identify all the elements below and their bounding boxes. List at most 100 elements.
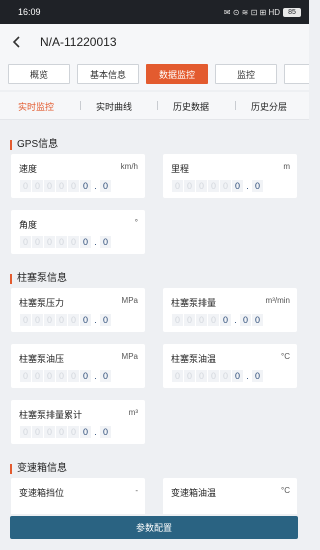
card-unit: °C: [281, 486, 290, 495]
digit-cell: 0: [44, 236, 55, 248]
card-mileage: 里程 m 000000.0: [163, 154, 297, 198]
card-unit: m³/min: [265, 296, 290, 305]
digit-cell: 0: [220, 370, 231, 382]
digit-cell: 0: [232, 370, 243, 382]
card-unit: °: [134, 218, 138, 227]
card-unit: km/h: [120, 162, 138, 171]
card-unit: MPa: [121, 352, 138, 361]
digit-cell: 0: [208, 180, 219, 192]
digit-display: 000000.0: [20, 236, 112, 248]
tab-report[interactable]: 报: [284, 64, 309, 84]
card-gearbox-oil-temp: 变速箱油温 °C: [163, 478, 297, 514]
card-label: 变速箱油温: [171, 488, 217, 498]
digit-display: 000000.0: [172, 180, 264, 192]
card-pump-pressure: 柱塞泵压力 MPa 000000.0: [11, 288, 145, 332]
digit-cell: 0: [184, 370, 195, 382]
card-pump-displacement-total: 柱塞泵排量累计 m³ 000000.0: [11, 400, 145, 444]
digit-cell: 0: [32, 236, 43, 248]
decimal-point: .: [246, 371, 249, 381]
digit-display: 000000.0: [20, 180, 112, 192]
digit-cell: 0: [80, 236, 91, 248]
card-label: 角度: [19, 220, 38, 230]
subtab-realtime-monitor[interactable]: 实时监控: [18, 100, 54, 113]
subtab-history-layer[interactable]: 历史分层: [251, 100, 287, 113]
decimal-point: .: [234, 315, 237, 325]
digit-cell: 0: [32, 180, 43, 192]
digit-cell: 0: [196, 370, 207, 382]
digit-cell: 0: [220, 314, 231, 326]
digit-display: 000000.0: [20, 370, 112, 382]
tab-monitor[interactable]: 监控: [215, 64, 277, 84]
digit-cell: 0: [252, 180, 263, 192]
card-pump-displacement: 柱塞泵排量 m³/min 00000.00: [163, 288, 297, 332]
card-pump-oil-pressure: 柱塞泵油压 MPa 000000.0: [11, 344, 145, 388]
digit-cell: 0: [184, 180, 195, 192]
digit-cell: 0: [20, 180, 31, 192]
card-unit: MPa: [121, 296, 138, 305]
digit-cell: 0: [56, 314, 67, 326]
digit-cell: 0: [252, 370, 263, 382]
card-label: 柱塞泵油压: [19, 354, 65, 364]
digit-cell: 0: [44, 370, 55, 382]
card-label: 柱塞泵压力: [19, 298, 65, 308]
tab-bar: 概览 基本信息 数据监控 监控 报: [0, 60, 309, 90]
digit-cell: 0: [240, 314, 251, 326]
digit-cell: 0: [100, 180, 111, 192]
monitor-content: GPS信息 速度 km/h 000000.0 里程 m 000000.0 角度 …: [0, 124, 309, 514]
status-bar: 16:09 ✉ ⊙ ≋ ⊡ ⊞ HD 85: [0, 0, 309, 24]
digit-cell: 0: [100, 370, 111, 382]
digit-cell: 0: [80, 180, 91, 192]
card-label: 变速箱挡位: [19, 488, 65, 498]
digit-cell: 0: [252, 314, 263, 326]
card-label: 柱塞泵排量累计: [19, 410, 83, 420]
title-bar: N/A-11220013: [0, 24, 309, 60]
digit-cell: 0: [44, 180, 55, 192]
subtab-realtime-curve[interactable]: 实时曲线: [96, 100, 132, 113]
card-label: 里程: [171, 164, 190, 174]
digit-cell: 0: [32, 314, 43, 326]
digit-cell: 0: [32, 370, 43, 382]
sub-tab-divider: [80, 101, 81, 110]
digit-cell: 0: [20, 314, 31, 326]
digit-cell: 0: [68, 236, 79, 248]
card-speed: 速度 km/h 000000.0: [11, 154, 145, 198]
section-title-gearbox: 变速箱信息: [10, 464, 67, 474]
card-angle: 角度 ° 000000.0: [11, 210, 145, 254]
tab-data-monitoring[interactable]: 数据监控: [146, 64, 208, 84]
digit-cell: 0: [172, 370, 183, 382]
digit-cell: 0: [196, 314, 207, 326]
tab-basic-info[interactable]: 基本信息: [77, 64, 139, 84]
digit-cell: 0: [80, 426, 91, 438]
subtab-history-data[interactable]: 历史数据: [173, 100, 209, 113]
digit-cell: 0: [56, 370, 67, 382]
digit-cell: 0: [56, 426, 67, 438]
decimal-point: .: [94, 237, 97, 247]
digit-cell: 0: [172, 180, 183, 192]
digit-cell: 0: [208, 370, 219, 382]
digit-display: 000000.0: [20, 426, 112, 438]
decimal-point: .: [94, 315, 97, 325]
decimal-point: .: [94, 427, 97, 437]
decimal-point: .: [94, 181, 97, 191]
card-label: 柱塞泵油温: [171, 354, 217, 364]
digit-cell: 0: [32, 426, 43, 438]
card-gearbox-gear: 变速箱挡位 -: [11, 478, 145, 514]
card-pump-oil-temp: 柱塞泵油温 °C 000000.0: [163, 344, 297, 388]
digit-cell: 0: [20, 236, 31, 248]
status-icons: ✉ ⊙ ≋ ⊡ ⊞ HD 85: [224, 7, 301, 17]
digit-display: 00000.00: [172, 314, 264, 326]
digit-cell: 0: [80, 314, 91, 326]
sub-tab-divider: [157, 101, 158, 110]
card-unit: m³: [128, 408, 138, 417]
parameter-config-button[interactable]: 参数配置: [10, 516, 298, 539]
battery-icon: 85: [283, 7, 301, 17]
card-unit: m: [283, 162, 290, 171]
page-title: N/A-11220013: [40, 35, 117, 49]
digit-cell: 0: [68, 426, 79, 438]
sub-tab-bar: 实时监控 实时曲线 历史数据 历史分层: [0, 92, 309, 120]
tab-overview[interactable]: 概览: [8, 64, 70, 84]
digit-cell: 0: [20, 370, 31, 382]
back-arrow-icon[interactable]: [0, 24, 34, 60]
decimal-point: .: [246, 181, 249, 191]
digit-display: 000000.0: [172, 370, 264, 382]
